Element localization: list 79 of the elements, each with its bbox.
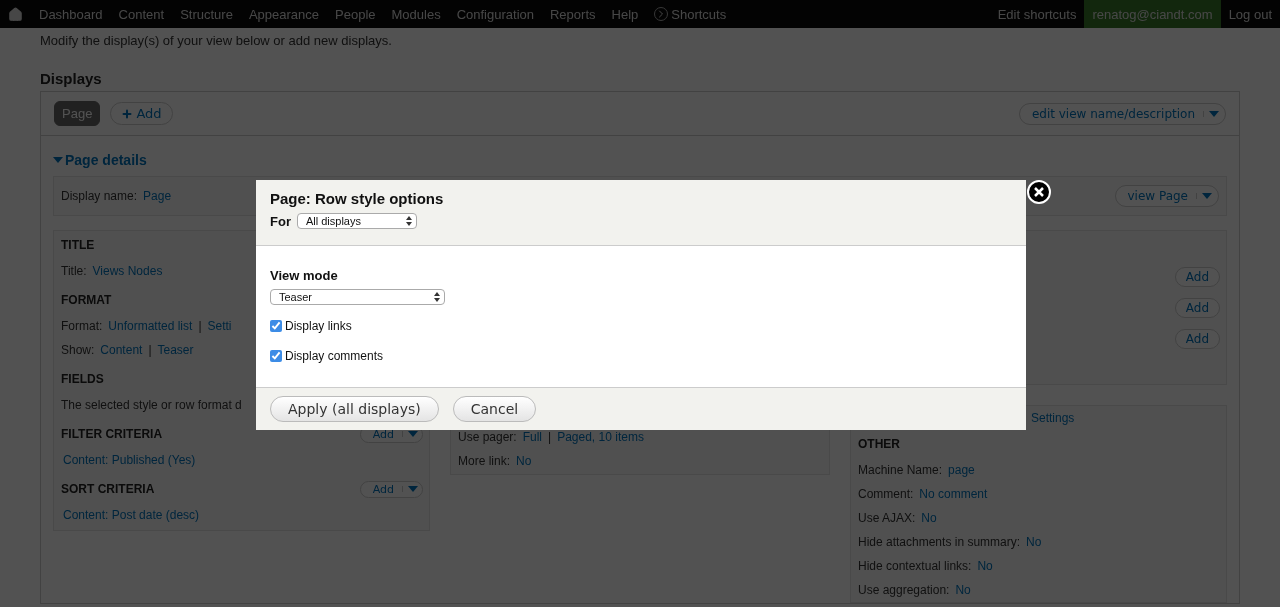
menu-item[interactable]: Configuration bbox=[448, 0, 542, 28]
menu-item[interactable]: Structure bbox=[172, 0, 241, 28]
field-label: Use aggregation: bbox=[858, 583, 950, 597]
field-label: Title: bbox=[61, 264, 87, 278]
section-title: FORMAT bbox=[61, 293, 112, 307]
field-label: Format: bbox=[61, 319, 103, 333]
field-label: View mode bbox=[270, 268, 338, 283]
for-select[interactable]: All displays bbox=[296, 213, 417, 229]
setting-link[interactable]: Content bbox=[100, 343, 143, 357]
section-title: FILTER CRITERIA bbox=[61, 427, 163, 441]
field-label: For bbox=[270, 213, 291, 229]
setting-link[interactable]: Paged, 10 items bbox=[557, 430, 644, 444]
help-text: The selected style or row format d bbox=[61, 398, 242, 412]
home-icon[interactable] bbox=[8, 6, 23, 22]
checkbox-label: Display links bbox=[285, 319, 352, 333]
add-button[interactable]: Add bbox=[359, 480, 423, 498]
caret-icon bbox=[53, 157, 63, 163]
menu-item[interactable]: Help bbox=[603, 0, 647, 28]
section-title: OTHER bbox=[858, 437, 900, 451]
caret-icon bbox=[402, 486, 418, 492]
details-toggle[interactable]: Page details bbox=[53, 152, 147, 168]
setting-link[interactable]: Page bbox=[143, 189, 172, 203]
field-label: Show: bbox=[61, 343, 95, 357]
section-heading: Displays bbox=[40, 70, 103, 87]
setting-link[interactable]: Setti bbox=[207, 319, 232, 333]
setting-link[interactable]: No bbox=[977, 559, 993, 573]
setting-link[interactable]: No comment bbox=[919, 487, 988, 501]
field-label: Use AJAX: bbox=[858, 511, 916, 525]
separator: | bbox=[148, 343, 152, 357]
menu-item[interactable]: Appearance bbox=[240, 0, 328, 28]
section-title: FIELDS bbox=[61, 372, 104, 386]
setting-link[interactable]: Settings bbox=[1031, 411, 1075, 425]
checkbox[interactable] bbox=[270, 350, 282, 362]
select-arrows-icon bbox=[405, 216, 412, 226]
setting-link[interactable]: No bbox=[516, 454, 532, 468]
section-title: TITLE bbox=[61, 238, 95, 252]
menu-item[interactable]: Reports bbox=[542, 0, 604, 28]
menu-item[interactable]: Modules bbox=[383, 0, 449, 28]
field-label: Machine Name: bbox=[858, 463, 943, 477]
section-title: SORT CRITERIA bbox=[61, 482, 155, 496]
shortcuts-link[interactable]: Shortcuts bbox=[646, 0, 735, 28]
field-label: Display name: bbox=[61, 189, 138, 203]
dialog-title: Page: Row style options bbox=[270, 190, 445, 207]
setting-link[interactable]: Content: Post date (desc) bbox=[63, 508, 200, 522]
field-label: Hide contextual links: bbox=[858, 559, 972, 573]
setting-link[interactable]: No bbox=[1026, 535, 1042, 549]
caret-icon bbox=[1203, 110, 1219, 117]
setting-link[interactable]: No bbox=[955, 583, 971, 597]
caret-icon bbox=[402, 431, 418, 437]
field-label: More link: bbox=[458, 454, 510, 468]
setting-link[interactable]: page bbox=[948, 463, 975, 477]
view-mode-select[interactable]: Teaser bbox=[270, 289, 445, 305]
apply-button[interactable]: Apply (all displays) bbox=[270, 396, 439, 422]
cancel-button[interactable]: Cancel bbox=[452, 396, 537, 422]
setting-link[interactable]: Unformatted list bbox=[108, 319, 193, 333]
select-arrows-icon bbox=[434, 292, 440, 302]
menu-item[interactable]: People bbox=[327, 0, 384, 28]
setting-link[interactable]: Content: Published (Yes) bbox=[63, 453, 196, 467]
setting-link[interactable]: Full bbox=[522, 430, 543, 444]
setting-link[interactable]: Teaser bbox=[157, 343, 194, 357]
intro-text: Modify the display(s) of your view below or add new displays. bbox=[40, 32, 393, 50]
caret-icon bbox=[1196, 193, 1212, 199]
add-display-button[interactable]: Add bbox=[110, 102, 173, 125]
menu-item[interactable]: Dashboard bbox=[31, 0, 111, 28]
edit-view-button[interactable]: edit view name/description bbox=[1018, 102, 1226, 125]
add-button[interactable]: Add bbox=[1174, 266, 1220, 287]
field-label: Use pager: bbox=[458, 430, 517, 444]
checkbox[interactable] bbox=[270, 320, 282, 332]
separator: | bbox=[548, 430, 552, 444]
field-label: Comment: bbox=[858, 487, 914, 501]
add-button[interactable]: Add bbox=[1174, 297, 1220, 318]
setting-link[interactable]: No bbox=[921, 511, 937, 525]
checkbox-label: Display comments bbox=[285, 349, 384, 363]
separator: | bbox=[198, 319, 202, 333]
add-button[interactable]: Add bbox=[1174, 328, 1220, 349]
plus-icon bbox=[121, 107, 134, 120]
menu-item[interactable]: Content bbox=[110, 0, 173, 28]
view-page-button[interactable]: view Page bbox=[1114, 185, 1219, 207]
setting-link[interactable]: Views Nodes bbox=[92, 264, 163, 278]
